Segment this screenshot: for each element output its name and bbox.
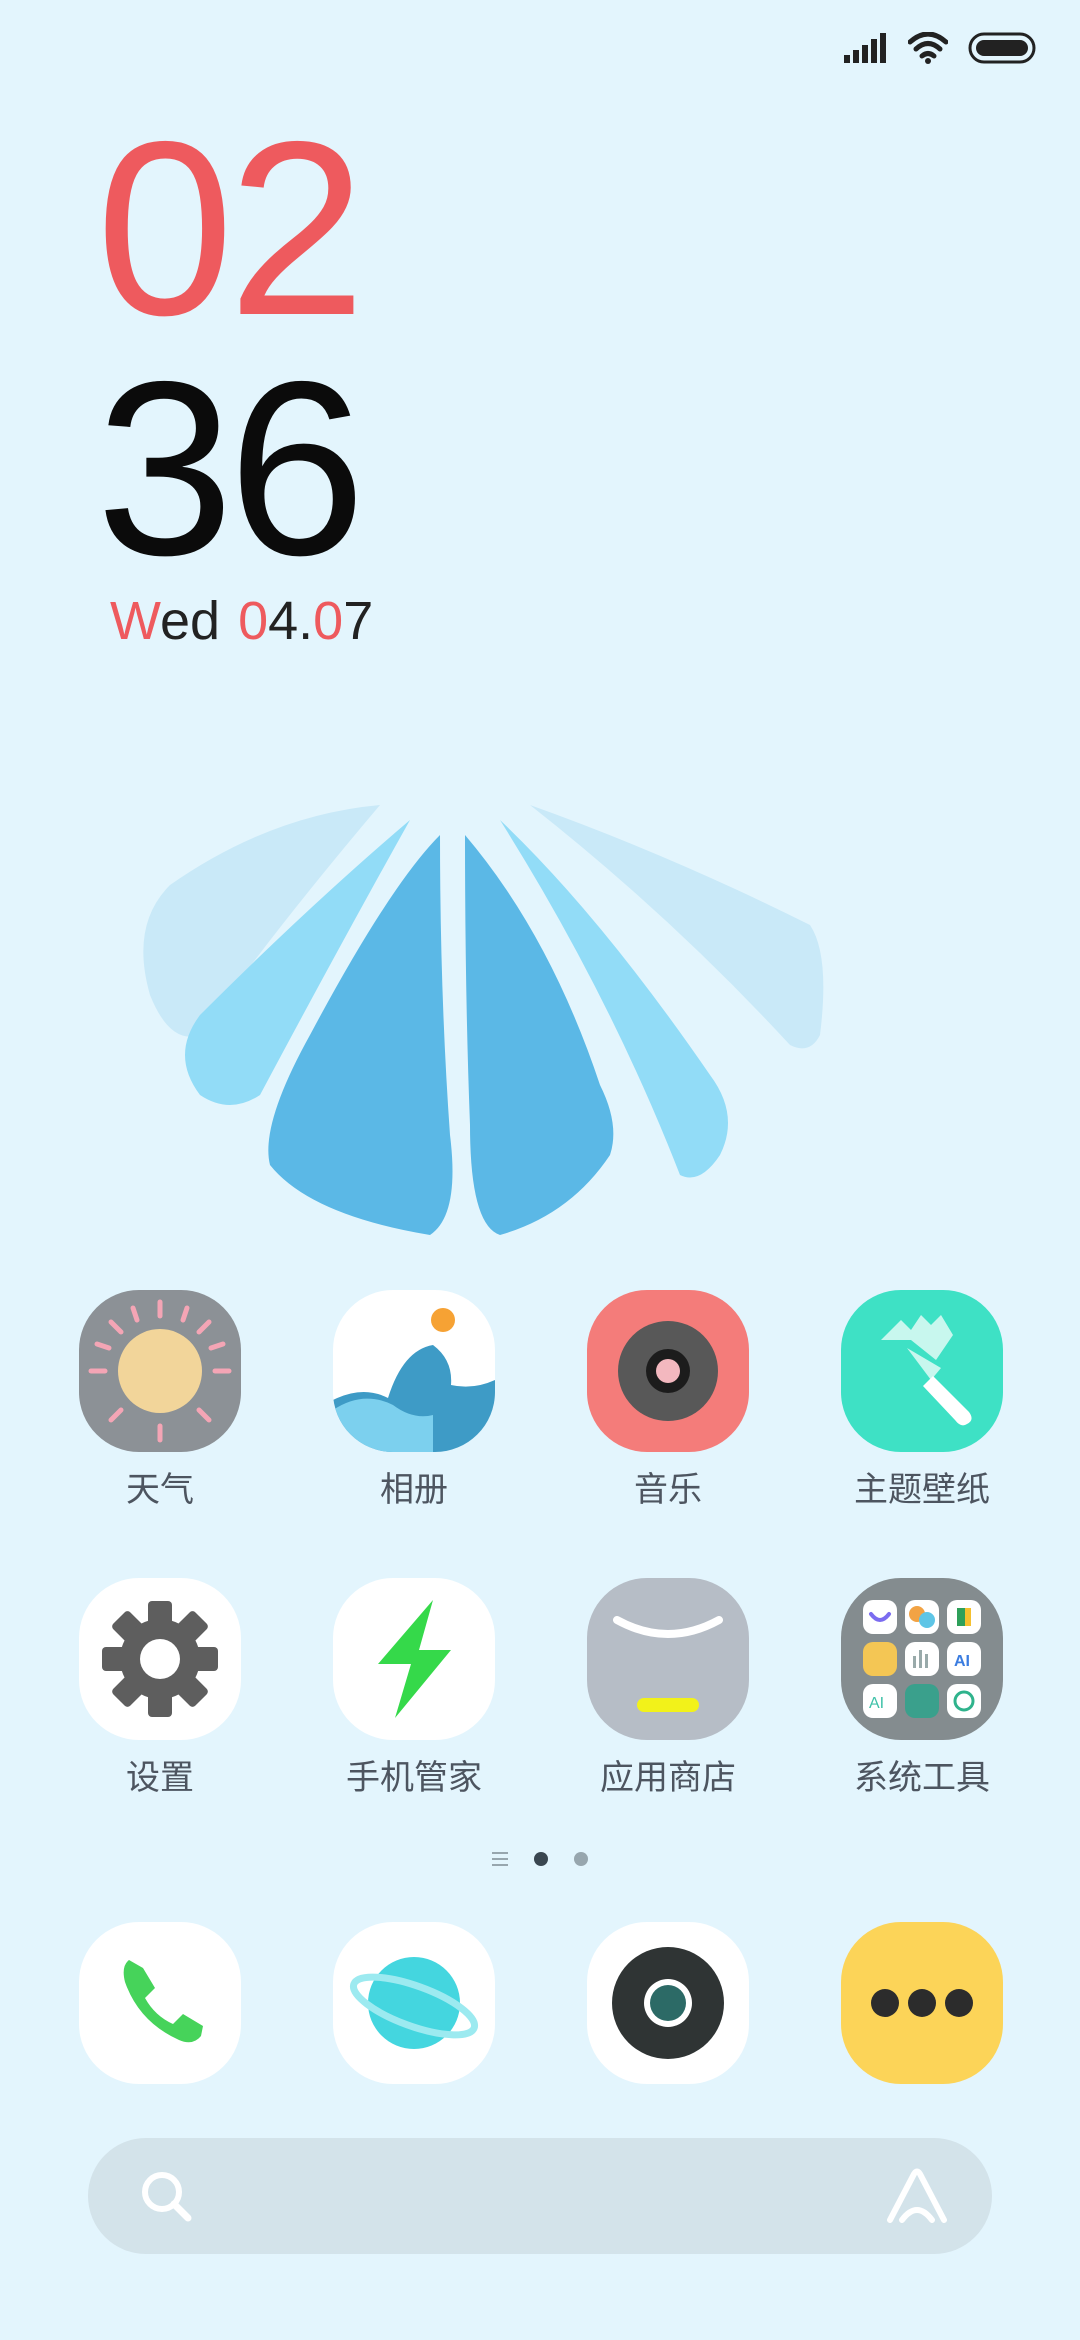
weather-icon[interactable] [79,1290,241,1452]
settings-icon[interactable] [79,1578,241,1740]
assistant-icon[interactable] [882,2164,952,2228]
app-store-icon[interactable] [587,1578,749,1740]
gallery-icon[interactable] [333,1290,495,1452]
music-icon[interactable] [587,1290,749,1452]
app-store[interactable]: 应用商店 [558,1578,778,1799]
wifi-icon [908,32,948,64]
phone-icon[interactable] [79,1922,241,2084]
app-label: 设置 [126,1758,194,1798]
page-indicator[interactable] [0,1852,1080,1866]
app-label: 手机管家 [346,1758,482,1798]
date-mid: 4. [268,591,314,651]
status-bar [844,28,1036,68]
page-dot-active[interactable] [534,1852,548,1866]
app-label: 应用商店 [600,1758,736,1798]
app-settings[interactable]: 设置 [50,1578,270,1799]
app-music[interactable]: 音乐 [558,1290,778,1511]
date-last-digit: 7 [343,591,374,651]
app-weather[interactable]: 天气 [50,1290,270,1511]
svg-text:AI: AI [869,1695,884,1712]
date-first-digit: 0 [238,591,269,651]
security-icon[interactable] [333,1578,495,1740]
signal-icon [844,33,886,63]
date-text: Wed 04.07 [110,590,373,652]
app-label: 天气 [126,1470,194,1510]
search-icon[interactable] [136,2166,196,2226]
weekday-first-letter: W [110,591,160,651]
app-themes[interactable]: 主题壁纸 [812,1290,1032,1511]
svg-text:AI: AI [954,1653,970,1670]
date-red-digit: 0 [313,591,344,651]
app-label: 相册 [380,1470,448,1510]
battery-icon [968,32,1036,64]
clock-minute[interactable]: 36 [96,344,366,592]
app-label: 主题壁纸 [854,1470,990,1510]
feed-page-indicator-icon[interactable] [492,1852,508,1866]
dock-phone[interactable] [50,1922,270,2084]
app-label: 系统工具 [854,1758,990,1798]
app-security[interactable]: 手机管家 [304,1578,524,1799]
shell-logo-widget [143,805,824,1235]
search-bar[interactable] [88,2138,992,2254]
camera-icon[interactable] [587,1922,749,2084]
weekday-rest: ed [160,591,221,651]
page-dot[interactable] [574,1852,588,1866]
dock-camera[interactable] [558,1922,778,2084]
browser-icon[interactable] [333,1922,495,2084]
dock-browser[interactable] [304,1922,524,2084]
tools-folder-icon[interactable]: AI AI [841,1578,1003,1740]
themes-icon[interactable] [841,1290,1003,1452]
clock-hour[interactable]: 02 [96,104,366,352]
dock-messages[interactable] [812,1922,1032,2084]
app-gallery[interactable]: 相册 [304,1290,524,1511]
messages-icon[interactable] [841,1922,1003,2084]
app-label: 音乐 [634,1470,702,1510]
app-system-tools[interactable]: AI AI 系统工具 [812,1578,1032,1799]
